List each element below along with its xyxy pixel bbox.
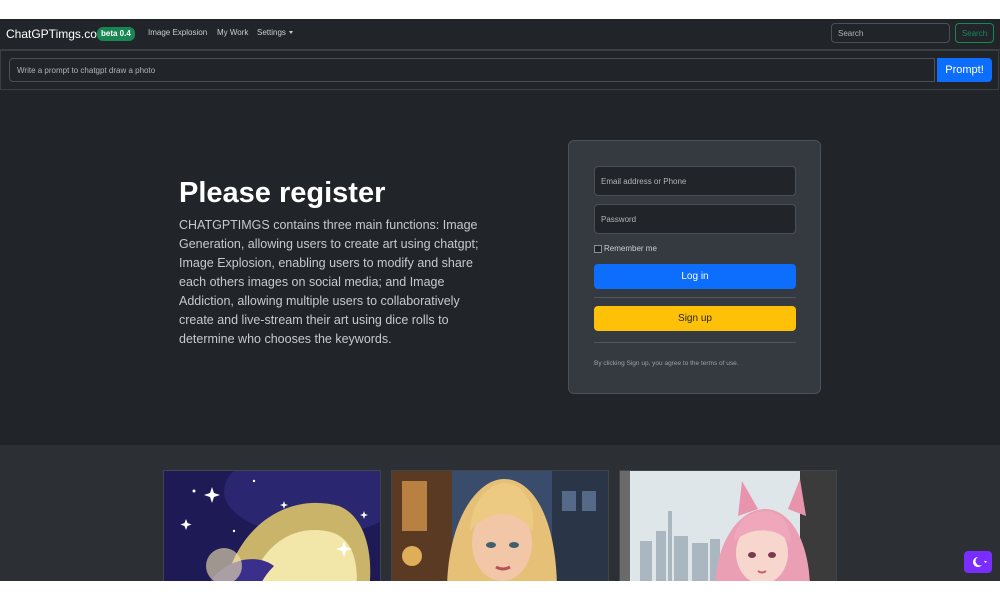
search-button[interactable]: Search <box>955 23 994 43</box>
login-button[interactable]: Log in <box>594 264 796 289</box>
prompt-bar: Prompt! <box>0 50 999 90</box>
terms-text: By clicking Sign up, you agree to the te… <box>594 360 739 367</box>
gallery-image-blonde-portrait[interactable] <box>391 470 609 581</box>
register-form-card: Remember me Log in Sign up By clicking S… <box>568 140 821 394</box>
prompt-input[interactable] <box>9 58 935 82</box>
gallery-image-starry-portrait[interactable] <box>163 470 381 581</box>
nav-dropdown-settings[interactable]: Settings <box>257 28 293 37</box>
nav-link-my-work[interactable]: My Work <box>217 28 248 37</box>
starry-portrait-image <box>164 471 380 581</box>
search-input[interactable] <box>831 23 950 43</box>
blonde-portrait-image <box>392 471 608 581</box>
nav-link-image-explosion[interactable]: Image Explosion <box>148 28 207 37</box>
prompt-button[interactable]: Prompt! <box>937 58 992 82</box>
hero-description: CHATGPTIMGS contains three main function… <box>179 218 479 346</box>
theme-toggle-button[interactable] <box>964 551 992 573</box>
email-field[interactable] <box>594 166 796 196</box>
gallery-image-pink-hair-portrait[interactable] <box>619 470 837 581</box>
divider <box>594 297 796 298</box>
password-field[interactable] <box>594 204 796 234</box>
nav-settings-label: Settings <box>257 28 286 37</box>
remember-me-label: Remember me <box>604 244 657 253</box>
signup-button[interactable]: Sign up <box>594 306 796 331</box>
image-gallery <box>0 445 1000 581</box>
remember-me-checkbox[interactable]: Remember me <box>594 244 657 253</box>
moon-icon <box>973 557 987 567</box>
version-badge: beta 0.4 <box>97 27 135 41</box>
pink-hair-portrait-image <box>620 471 836 581</box>
brand-link[interactable]: ChatGPTimgs.com <box>6 27 107 41</box>
checkbox-box[interactable] <box>594 244 602 253</box>
top-navbar: ChatGPTimgs.com beta 0.4 Image Explosion… <box>0 19 1000 50</box>
page-title: Please register <box>179 177 386 209</box>
app-window: ChatGPTimgs.com beta 0.4 Image Explosion… <box>0 19 1000 581</box>
divider <box>594 342 796 343</box>
caret-down-icon <box>288 31 293 35</box>
